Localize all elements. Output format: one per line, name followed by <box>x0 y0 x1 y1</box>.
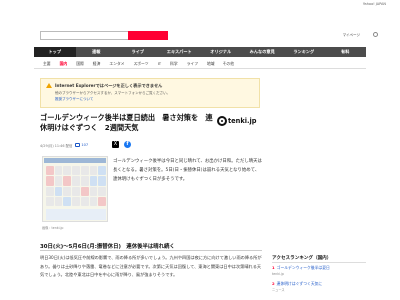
sub-nav-science[interactable]: 科学 <box>170 61 178 67</box>
gear-icon[interactable] <box>373 32 378 37</box>
sub-nav-sports[interactable]: スポーツ <box>133 61 148 67</box>
sub-category-nav: 主要 国内 国際 経済 エンタメ スポーツ IT 科学 ライフ 地域 その他 <box>34 59 366 69</box>
warning-icon <box>46 83 52 88</box>
sun-icon <box>217 116 227 126</box>
facebook-share-icon[interactable]: f <box>124 141 131 148</box>
source-logo-text: tenki.jp <box>228 117 257 125</box>
main-nav-original[interactable]: オリジナル <box>200 47 242 57</box>
article-image[interactable] <box>42 156 108 222</box>
ranking-item[interactable]: 2 連休明けはぐずつく天気に ニュース <box>272 281 366 293</box>
ranking-divider <box>272 262 366 263</box>
my-page-link[interactable]: マイページ <box>343 33 360 38</box>
comment-icon[interactable] <box>75 143 81 147</box>
main-nav-opinions[interactable]: みんなの意見 <box>242 47 284 57</box>
image-caption: 画像：tenki.jp <box>42 226 64 230</box>
ranking-text: ゴールデンウィーク後半は夏日 <box>276 265 330 270</box>
warning-title: Internet Explorerではページを正しく表示できません <box>55 83 163 88</box>
ranking-item[interactable]: 1 ゴールデンウィーク後半は夏日 tenki.jp <box>272 265 366 277</box>
main-nav-ranking[interactable]: ランキング <box>283 47 325 57</box>
section-divider <box>40 250 262 251</box>
article-meta: 4/29(月) 11:46 配信 107 <box>40 142 88 148</box>
sub-nav-more[interactable]: その他 <box>223 61 234 67</box>
forecast-calendar-graphic <box>46 166 106 206</box>
header-search-row: マイページ <box>0 28 400 42</box>
source-logo[interactable]: tenki.jp <box>217 115 256 127</box>
main-nav-top[interactable]: トップ <box>34 47 76 57</box>
main-category-nav: トップ 速報 ライブ エキスパート オリジナル みんなの意見 ランキング 有料 <box>34 47 366 57</box>
warning-text: 他のブラウザーからアクセスするか、スマートフォンからご覧ください。 <box>55 91 171 95</box>
search-input[interactable] <box>40 31 128 40</box>
ranking-source: ニュース <box>272 287 285 292</box>
x-share-icon[interactable]: X <box>112 141 119 148</box>
sub-nav-local[interactable]: 地域 <box>207 61 215 67</box>
sub-nav-economy[interactable]: 経済 <box>93 61 101 67</box>
sidebar-ad-area <box>272 72 366 247</box>
section-body: 明日30日(火)は低気圧や前線の影響で、雨の降る所が多いでしょう。九州や四国は夜… <box>40 255 262 277</box>
ranking-title: アクセスランキング（国内） <box>272 256 332 261</box>
publish-date: 4/29(月) 11:46 配信 <box>40 143 73 148</box>
main-nav-expert[interactable]: エキスパート <box>159 47 201 57</box>
sub-nav-international[interactable]: 国際 <box>76 61 84 67</box>
top-links[interactable]: Yahoo! JAPAN <box>363 2 386 6</box>
ranking-number: 1 <box>272 265 275 270</box>
section-heading: 30日(火)～5月6日(月:振替休日) 連休後半は晴れ続く <box>40 244 175 250</box>
ranking-source: tenki.jp <box>272 271 284 276</box>
sub-nav-it[interactable]: IT <box>158 61 161 66</box>
recommended-browser-link[interactable]: 推奨ブラウザーについて <box>55 97 93 102</box>
main-nav-paid[interactable]: 有料 <box>325 47 367 57</box>
sub-nav-main[interactable]: 主要 <box>43 61 51 67</box>
image-footer-band <box>46 209 106 220</box>
browser-warning-box: Internet Explorerではページを正しく表示できません 他のブラウザ… <box>40 78 260 108</box>
article-lead: ゴールデンウィーク後半は今日と同じ晴れて、お出かけ日和。ただし晴天は長くとなる。… <box>113 159 262 182</box>
ranking-number: 2 <box>272 281 275 286</box>
main-nav-live[interactable]: ライブ <box>117 47 159 57</box>
image-header-band <box>44 158 106 163</box>
sub-nav-entertainment[interactable]: エンタメ <box>109 61 124 67</box>
article-title: ゴールデンウィーク後半は夏日続出 暑さ対策を 連休明けはぐずつく 2週間天気 <box>40 113 213 132</box>
main-nav-breaking[interactable]: 速報 <box>76 47 118 57</box>
sub-nav-domestic[interactable]: 国内 <box>60 61 68 67</box>
search-button[interactable] <box>128 31 168 40</box>
sub-nav-life[interactable]: ライフ <box>187 61 198 67</box>
top-utility-bar: Yahoo! JAPAN <box>0 0 400 10</box>
comment-count[interactable]: 107 <box>81 143 88 147</box>
ranking-text: 連休明けはぐずつく天気に <box>276 281 323 286</box>
